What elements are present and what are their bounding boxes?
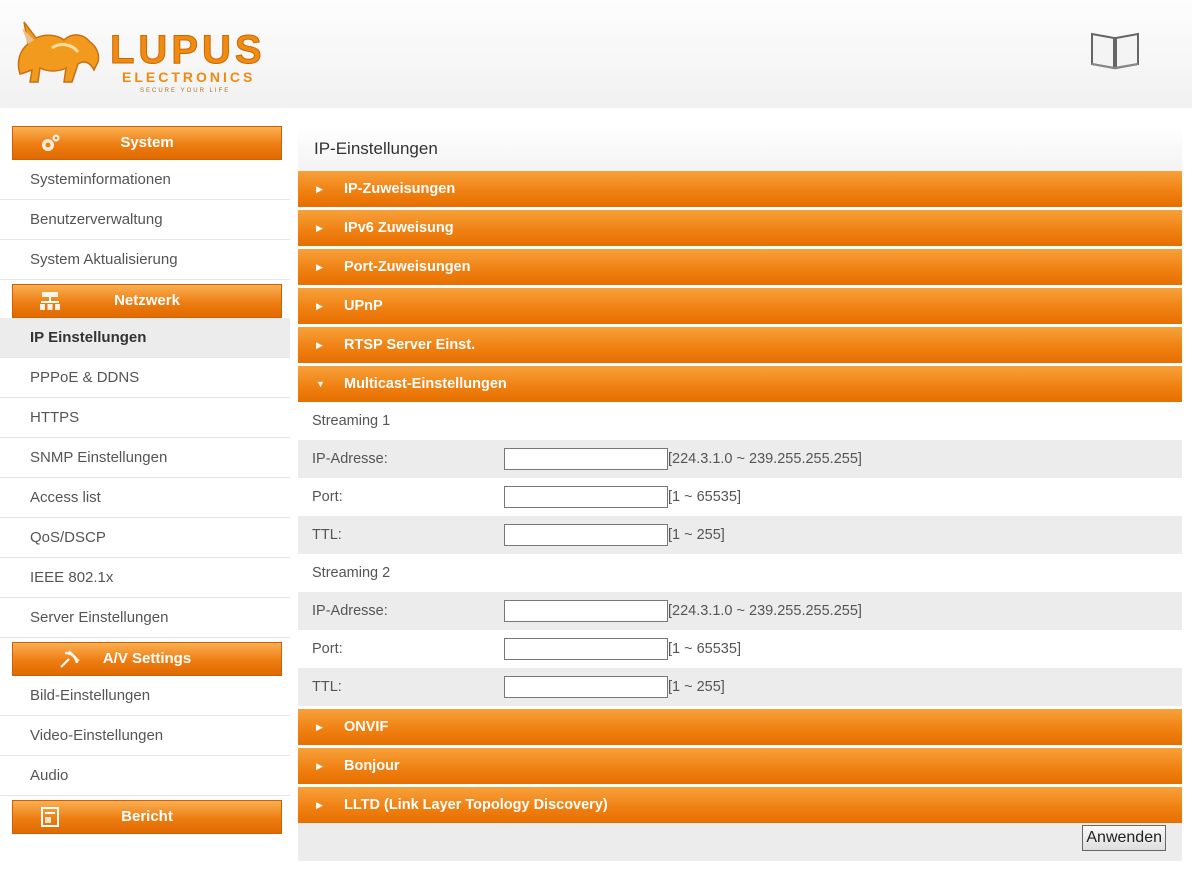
accordion-ip-zuweisungen[interactable]: ▶ IP-Zuweisungen (298, 171, 1182, 207)
triangle-right-icon: ▶ (316, 301, 323, 311)
accordion-label: RTSP Server Einst. (344, 337, 476, 353)
field-hint: [224.3.1.0 ~ 239.255.255.255] (668, 451, 862, 467)
sidebar-item-pppoe-ddns[interactable]: PPPoE & DDNS (0, 358, 290, 398)
stream1-ttl-input[interactable] (504, 524, 668, 546)
section-title-bericht: Bericht (121, 808, 173, 825)
sidebar: System Systeminformationen Benutzerverwa… (0, 122, 290, 834)
section-title-system: System (120, 134, 174, 151)
sidebar-item-bild-einstellungen[interactable]: Bild-Einstellungen (0, 676, 290, 716)
accordion-label: Bonjour (344, 758, 400, 774)
accordion-lltd[interactable]: ▶ LLTD (Link Layer Topology Discovery) (298, 787, 1182, 823)
stream1-port-input[interactable] (504, 486, 668, 508)
triangle-right-icon: ▶ (316, 800, 323, 810)
accordion-upnp[interactable]: ▶ UPnP (298, 288, 1182, 324)
stream-heading: Streaming 2 (298, 554, 1182, 592)
accordion-label: IP-Zuweisungen (344, 181, 456, 197)
form-row-port: Port: [1 ~ 65535] (298, 478, 1182, 516)
lupus-logo: LUPUS ELECTRONICS SECURE YOUR LIFE (12, 12, 284, 94)
field-hint: [1 ~ 255] (668, 527, 725, 543)
accordion-label: Multicast-Einstellungen (344, 376, 507, 392)
section-header-netzwerk[interactable]: Netzwerk (12, 284, 282, 318)
sidebar-item-access-list[interactable]: Access list (0, 478, 290, 518)
field-label: TTL: (312, 679, 342, 695)
main-panel: IP-Einstellungen ▶ IP-Zuweisungen ▶ IPv6 Z… (298, 126, 1182, 861)
accordion-bonjour[interactable]: ▶ Bonjour (298, 748, 1182, 784)
triangle-right-icon: ▶ (316, 340, 323, 350)
accordion-label: Port-Zuweisungen (344, 259, 471, 275)
accordion-label: ONVIF (344, 719, 389, 735)
field-label: TTL: (312, 527, 342, 543)
form-row-port: Port: [1 ~ 65535] (298, 630, 1182, 668)
sidebar-item-benutzerverwaltung[interactable]: Benutzerverwaltung (0, 200, 290, 240)
triangle-right-icon: ▶ (316, 262, 323, 272)
sidebar-item-https[interactable]: HTTPS (0, 398, 290, 438)
sidebar-item-audio[interactable]: Audio (0, 756, 290, 796)
stream1-ip-input[interactable] (504, 448, 668, 470)
stream2-ttl-input[interactable] (504, 676, 668, 698)
gear-icon (42, 134, 60, 151)
section-header-bericht[interactable]: Bericht (12, 800, 282, 834)
satellite-icon (60, 650, 80, 668)
sidebar-item-ieee-8021x[interactable]: IEEE 802.1x (0, 558, 290, 598)
triangle-right-icon: ▶ (316, 761, 323, 771)
accordion-label: IPv6 Zuweisung (344, 220, 454, 236)
wolf-logo-icon (17, 21, 100, 83)
field-label: Port: (312, 489, 343, 505)
logo-name: LUPUS (110, 28, 266, 72)
sidebar-item-systeminformationen[interactable]: Systeminformationen (0, 160, 290, 200)
sidebar-item-video-einstellungen[interactable]: Video-Einstellungen (0, 716, 290, 756)
form-row-ip: IP-Adresse: [224.3.1.0 ~ 239.255.255.255… (298, 592, 1182, 630)
triangle-right-icon: ▶ (316, 722, 323, 732)
network-icon (40, 292, 60, 310)
form-row-ip: IP-Adresse: [224.3.1.0 ~ 239.255.255.255… (298, 440, 1182, 478)
sidebar-item-system-aktualisierung[interactable]: System Aktualisierung (0, 240, 290, 280)
field-label: IP-Adresse: (312, 451, 388, 467)
sidebar-item-ip-einstellungen[interactable]: IP Einstellungen (0, 318, 290, 358)
book-icon[interactable] (1088, 28, 1142, 72)
accordion-rtsp-server[interactable]: ▶ RTSP Server Einst. (298, 327, 1182, 363)
accordion-label: UPnP (344, 298, 383, 314)
accordion-port-zuweisungen[interactable]: ▶ Port-Zuweisungen (298, 249, 1182, 285)
field-hint: [224.3.1.0 ~ 239.255.255.255] (668, 603, 862, 619)
triangle-down-icon: ▼ (316, 379, 325, 389)
sidebar-item-snmp-einstellungen[interactable]: SNMP Einstellungen (0, 438, 290, 478)
page-title: IP-Einstellungen (298, 126, 1182, 171)
form-row-ttl: TTL: [1 ~ 255] (298, 516, 1182, 554)
field-label: IP-Adresse: (312, 603, 388, 619)
stream2-port-input[interactable] (504, 638, 668, 660)
apply-button[interactable]: Anwenden (1082, 825, 1166, 851)
section-header-av-settings[interactable]: A/V Settings (12, 642, 282, 676)
logo-sub: ELECTRONICS (122, 69, 256, 85)
logo-tagline: SECURE YOUR LIFE (140, 88, 231, 94)
field-label: Port: (312, 641, 343, 657)
accordion-ipv6-zuweisung[interactable]: ▶ IPv6 Zuweisung (298, 210, 1182, 246)
section-title-av-settings: A/V Settings (102, 650, 192, 667)
accordion-onvif[interactable]: ▶ ONVIF (298, 709, 1182, 745)
accordion-multicast-einstellungen[interactable]: ▼ Multicast-Einstellungen (298, 366, 1182, 402)
stream-heading-label: Streaming 2 (312, 565, 391, 581)
report-icon (41, 807, 59, 827)
section-title-netzwerk: Netzwerk (114, 292, 180, 309)
field-hint: [1 ~ 65535] (668, 641, 741, 657)
form-footer: Anwenden (298, 823, 1182, 861)
triangle-right-icon: ▶ (316, 223, 323, 233)
section-header-system[interactable]: System (12, 126, 282, 160)
stream-heading: Streaming 1 (298, 402, 1182, 440)
stream2-ip-input[interactable] (504, 600, 668, 622)
field-hint: [1 ~ 255] (668, 679, 725, 695)
sidebar-item-server-einstellungen[interactable]: Server Einstellungen (0, 598, 290, 638)
sidebar-item-qos-dscp[interactable]: QoS/DSCP (0, 518, 290, 558)
triangle-right-icon: ▶ (316, 184, 323, 194)
header: LUPUS ELECTRONICS SECURE YOUR LIFE (0, 0, 1192, 108)
field-hint: [1 ~ 65535] (668, 489, 741, 505)
form-row-ttl: TTL: [1 ~ 255] (298, 668, 1182, 706)
stream-heading-label: Streaming 1 (312, 413, 391, 429)
accordion-label: LLTD (Link Layer Topology Discovery) (344, 797, 608, 813)
